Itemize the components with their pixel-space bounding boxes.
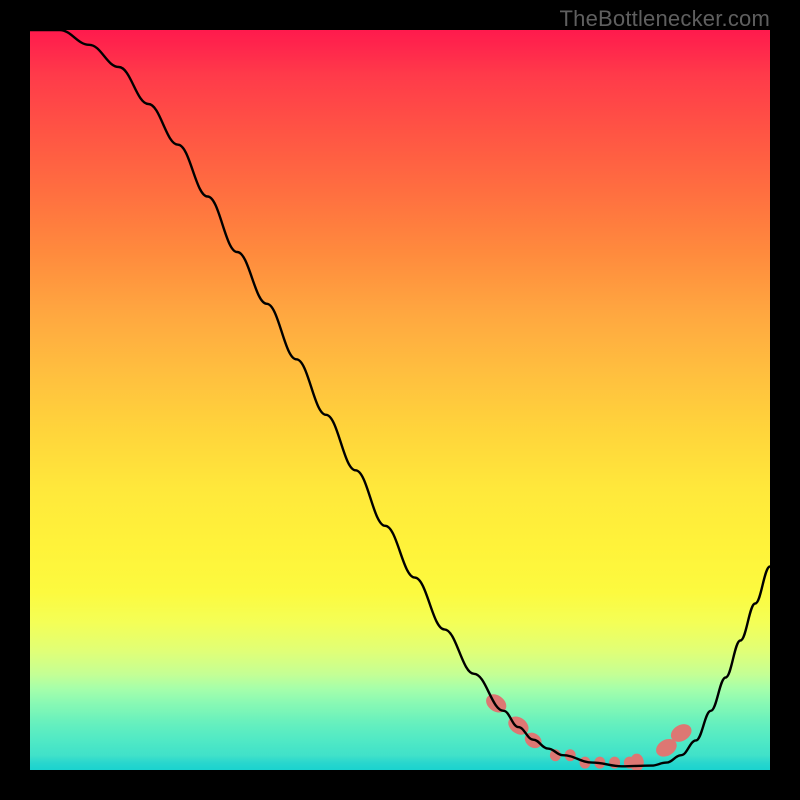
bottleneck-curve: [30, 30, 770, 766]
marker-dot: [630, 754, 644, 770]
chart-frame: TheBottlenecker.com: [0, 0, 800, 800]
plot-area: [30, 30, 770, 770]
watermark-text: TheBottlenecker.com: [560, 6, 770, 32]
curve-svg: [30, 30, 770, 770]
marker-group: [483, 691, 695, 770]
